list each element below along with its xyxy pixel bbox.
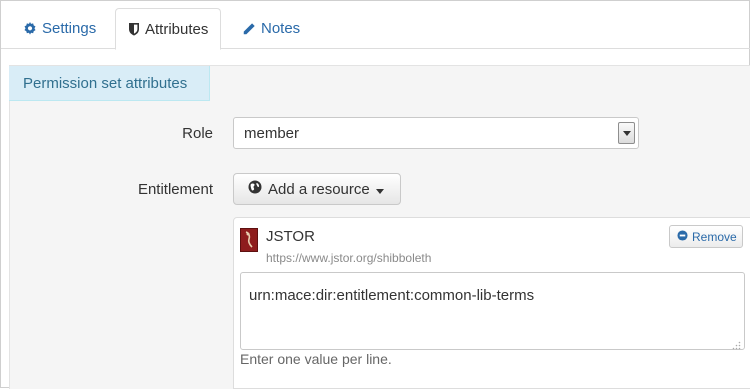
entitlement-label: Entitlement [137, 181, 213, 198]
role-select[interactable]: member [233, 117, 639, 149]
role-selected-value: member [244, 124, 300, 142]
jstor-logo [240, 228, 258, 252]
role-label: Role [182, 125, 213, 142]
remove-resource-button[interactable]: Remove [669, 225, 743, 248]
tab-settings[interactable]: Settings [11, 8, 108, 49]
resource-name: JSTOR [266, 228, 315, 245]
caret-down-icon [375, 181, 384, 198]
add-resource-label: Add a resource [268, 180, 370, 198]
add-resource-button[interactable]: Add a resource [233, 173, 401, 205]
gear-icon [23, 21, 37, 36]
help-text: Enter one value per line. [240, 351, 392, 367]
tab-label: Attributes [145, 20, 209, 38]
resize-grip-icon[interactable] [732, 337, 741, 350]
shield-icon [128, 22, 140, 36]
chevron-down-icon [618, 122, 635, 144]
minus-circle-icon [677, 229, 688, 244]
tab-label: Settings [42, 20, 97, 37]
tab-label: Notes [261, 20, 301, 37]
window: Settings Attributes Notes Permission set… [0, 0, 750, 389]
entitlement-value-text: urn:mace:dir:entitlement:common-lib-term… [249, 287, 535, 304]
entitlement-values-textarea[interactable]: urn:mace:dir:entitlement:common-lib-term… [240, 272, 745, 350]
pencil-icon [242, 22, 256, 36]
panel-legend: Permission set attributes [9, 66, 210, 101]
remove-label: Remove [692, 229, 737, 244]
tab-attributes[interactable]: Attributes [115, 8, 222, 50]
tab-bar: Settings Attributes Notes [1, 1, 750, 50]
resource-card: JSTOR https://www.jstor.org/shibboleth R… [233, 217, 750, 389]
tab-notes[interactable]: Notes [230, 8, 312, 49]
resource-url: https://www.jstor.org/shibboleth [266, 251, 432, 265]
globe-icon [248, 180, 262, 198]
